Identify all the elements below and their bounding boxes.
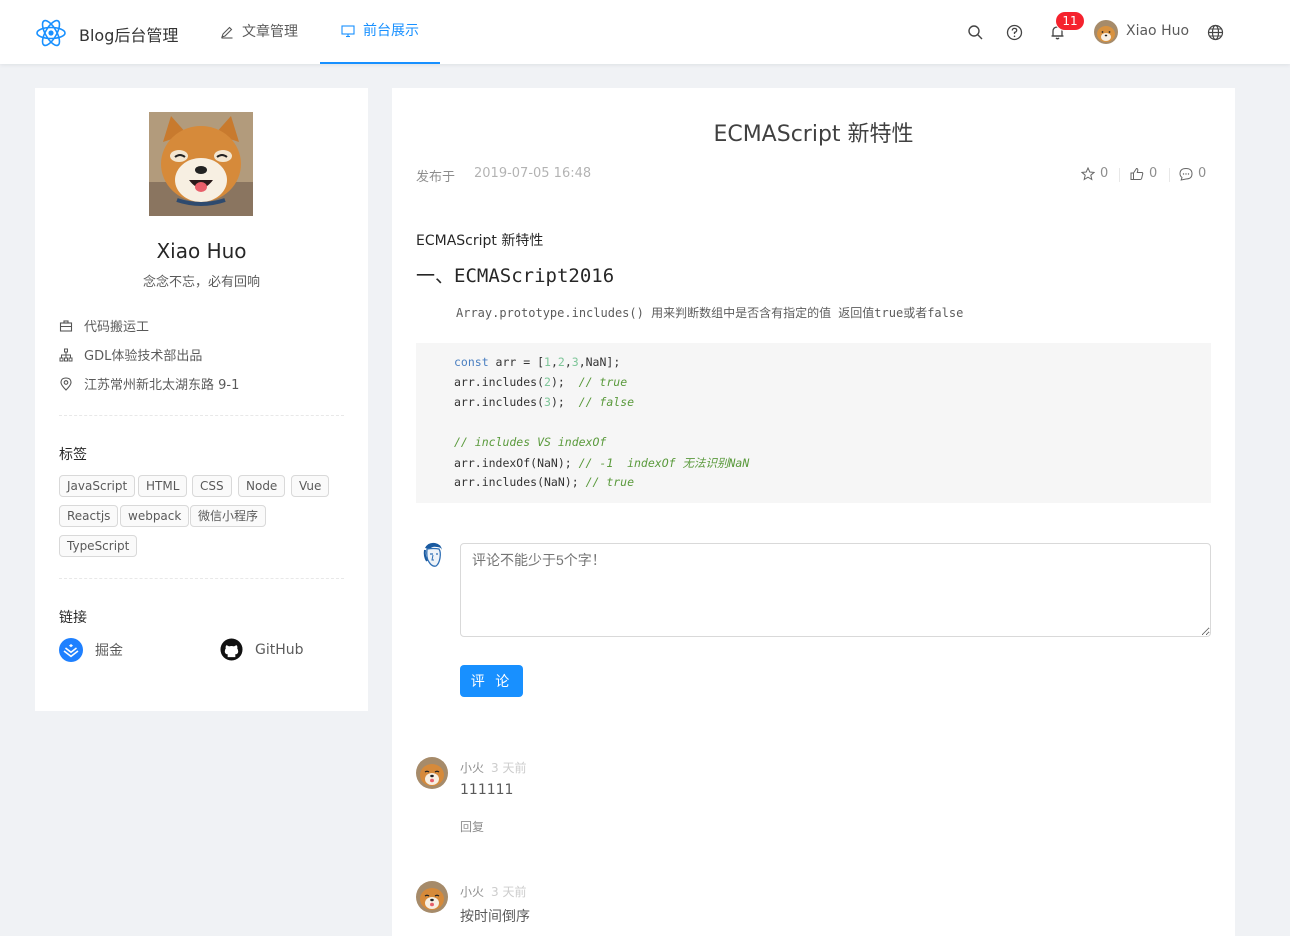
question-icon[interactable]	[1006, 24, 1023, 41]
tag[interactable]: CSS	[192, 475, 232, 497]
desktop-icon	[341, 25, 355, 38]
comment-count: 0	[1198, 166, 1207, 181]
article-title: ECMAScript 新特性	[713, 122, 914, 147]
brand-title[interactable]: Blog后台管理	[79, 22, 178, 46]
article-description: Array.prototype.includes() 用来判断数组中是否含有指定…	[456, 306, 964, 320]
submit-comment-button[interactable]: 评 论	[460, 665, 523, 697]
divider	[59, 578, 344, 579]
comment-time: 3 天前	[491, 885, 527, 899]
tag[interactable]: Node	[238, 475, 286, 497]
code-line: arr.indexOf(NaN); // -1 indexOf 无法识别NaN	[454, 456, 750, 470]
links-title: 链接	[59, 610, 87, 626]
code-block: const arr = [1,2,3,NaN]; arr.includes(2)…	[416, 343, 1211, 503]
briefcase-icon	[59, 319, 73, 332]
top-header: Blog后台管理 文章管理 前台展示 11 Xiao Huo	[0, 0, 1290, 64]
tag[interactable]: Reactjs	[59, 505, 119, 527]
profile-name: Xiao Huo	[156, 239, 247, 263]
article-card: ECMAScript 新特性 发布于 2019-07-05 16:48 0 0 …	[392, 88, 1235, 936]
info-job-text: 代码搬运工	[84, 320, 150, 335]
tag[interactable]: webpack	[120, 505, 190, 527]
action-separator	[1119, 168, 1120, 182]
location-icon	[60, 376, 72, 391]
nav-article-management[interactable]: 文章管理	[220, 0, 298, 64]
comment-action[interactable]: 0	[1179, 166, 1206, 181]
info-job: 代码搬运工	[59, 316, 149, 335]
tags-title: 标签	[59, 447, 87, 463]
react-logo-icon[interactable]	[35, 17, 67, 49]
user-avatar[interactable]	[1094, 20, 1118, 44]
code-line: arr.includes(3); // false	[454, 395, 635, 409]
reply-button[interactable]: 回复	[460, 818, 484, 835]
code-line: arr.includes(NaN); // true	[454, 475, 635, 489]
profile-card: Xiao Huo 念念不忘，必有回响 代码搬运工 GDL体验技术部出品 江苏常州…	[35, 88, 368, 711]
info-location-text: 江苏常州新北太湖东路 9-1	[84, 378, 240, 393]
comment-input[interactable]	[460, 543, 1211, 637]
profile-motto: 念念不忘，必有回响	[142, 275, 260, 290]
published-label: 发布于	[416, 170, 456, 185]
nav-article-label: 文章管理	[242, 24, 298, 40]
message-icon	[1179, 167, 1193, 181]
link-github[interactable]: GitHub	[220, 638, 304, 661]
like-icon	[1130, 167, 1144, 180]
code-line: // includes VS indexOf	[454, 435, 607, 449]
comment-author[interactable]: 小火	[460, 759, 484, 776]
info-team-text: GDL体验技术部出品	[84, 349, 203, 364]
article-subtitle: ECMAScript 新特性	[416, 233, 544, 249]
juejin-icon	[59, 638, 83, 662]
profile-avatar	[149, 112, 253, 216]
tag[interactable]: TypeScript	[59, 535, 138, 557]
info-location: 江苏常州新北太湖东路 9-1	[59, 374, 239, 393]
link-github-label: GitHub	[255, 641, 304, 658]
notification-badge: 11	[1056, 12, 1084, 30]
user-name[interactable]: Xiao Huo	[1126, 23, 1189, 39]
link-juejin[interactable]: 掘金	[59, 638, 123, 662]
tag[interactable]: Vue	[291, 475, 330, 497]
cluster-icon	[59, 348, 73, 361]
star-count: 0	[1100, 166, 1109, 181]
divider	[59, 415, 344, 416]
search-icon[interactable]	[967, 24, 984, 41]
like-action[interactable]: 0	[1130, 166, 1157, 181]
code-line: arr.includes(2); // true	[454, 375, 628, 389]
globe-icon[interactable]	[1207, 24, 1224, 41]
link-juejin-label: 掘金	[95, 643, 123, 659]
edit-icon	[221, 26, 233, 39]
comment-author[interactable]: 小火	[460, 883, 484, 900]
nav-frontend-display[interactable]: 前台展示	[320, 0, 440, 64]
comment-text: 111111	[460, 782, 514, 798]
like-count: 0	[1149, 166, 1158, 181]
nav-frontend-label: 前台展示	[363, 23, 419, 39]
tag[interactable]: HTML	[138, 475, 188, 497]
github-icon	[220, 638, 243, 661]
tag[interactable]: JavaScript	[59, 475, 136, 497]
comment-avatar	[416, 757, 448, 789]
comment-time: 3 天前	[491, 761, 527, 775]
action-separator	[1169, 168, 1170, 182]
star-action[interactable]: 0	[1081, 166, 1108, 181]
comment-avatar	[416, 881, 448, 913]
info-team: GDL体验技术部出品	[59, 345, 202, 364]
comment-text: 按时间倒序	[460, 909, 530, 925]
published-date: 2019-07-05 16:48	[474, 166, 592, 181]
code-line: const arr = [1,2,3,NaN];	[454, 355, 621, 369]
current-user-avatar	[416, 540, 448, 572]
star-icon	[1081, 166, 1095, 181]
article-heading: 一、ECMAScript2016	[416, 265, 615, 287]
tag[interactable]: 微信小程序	[190, 505, 267, 527]
